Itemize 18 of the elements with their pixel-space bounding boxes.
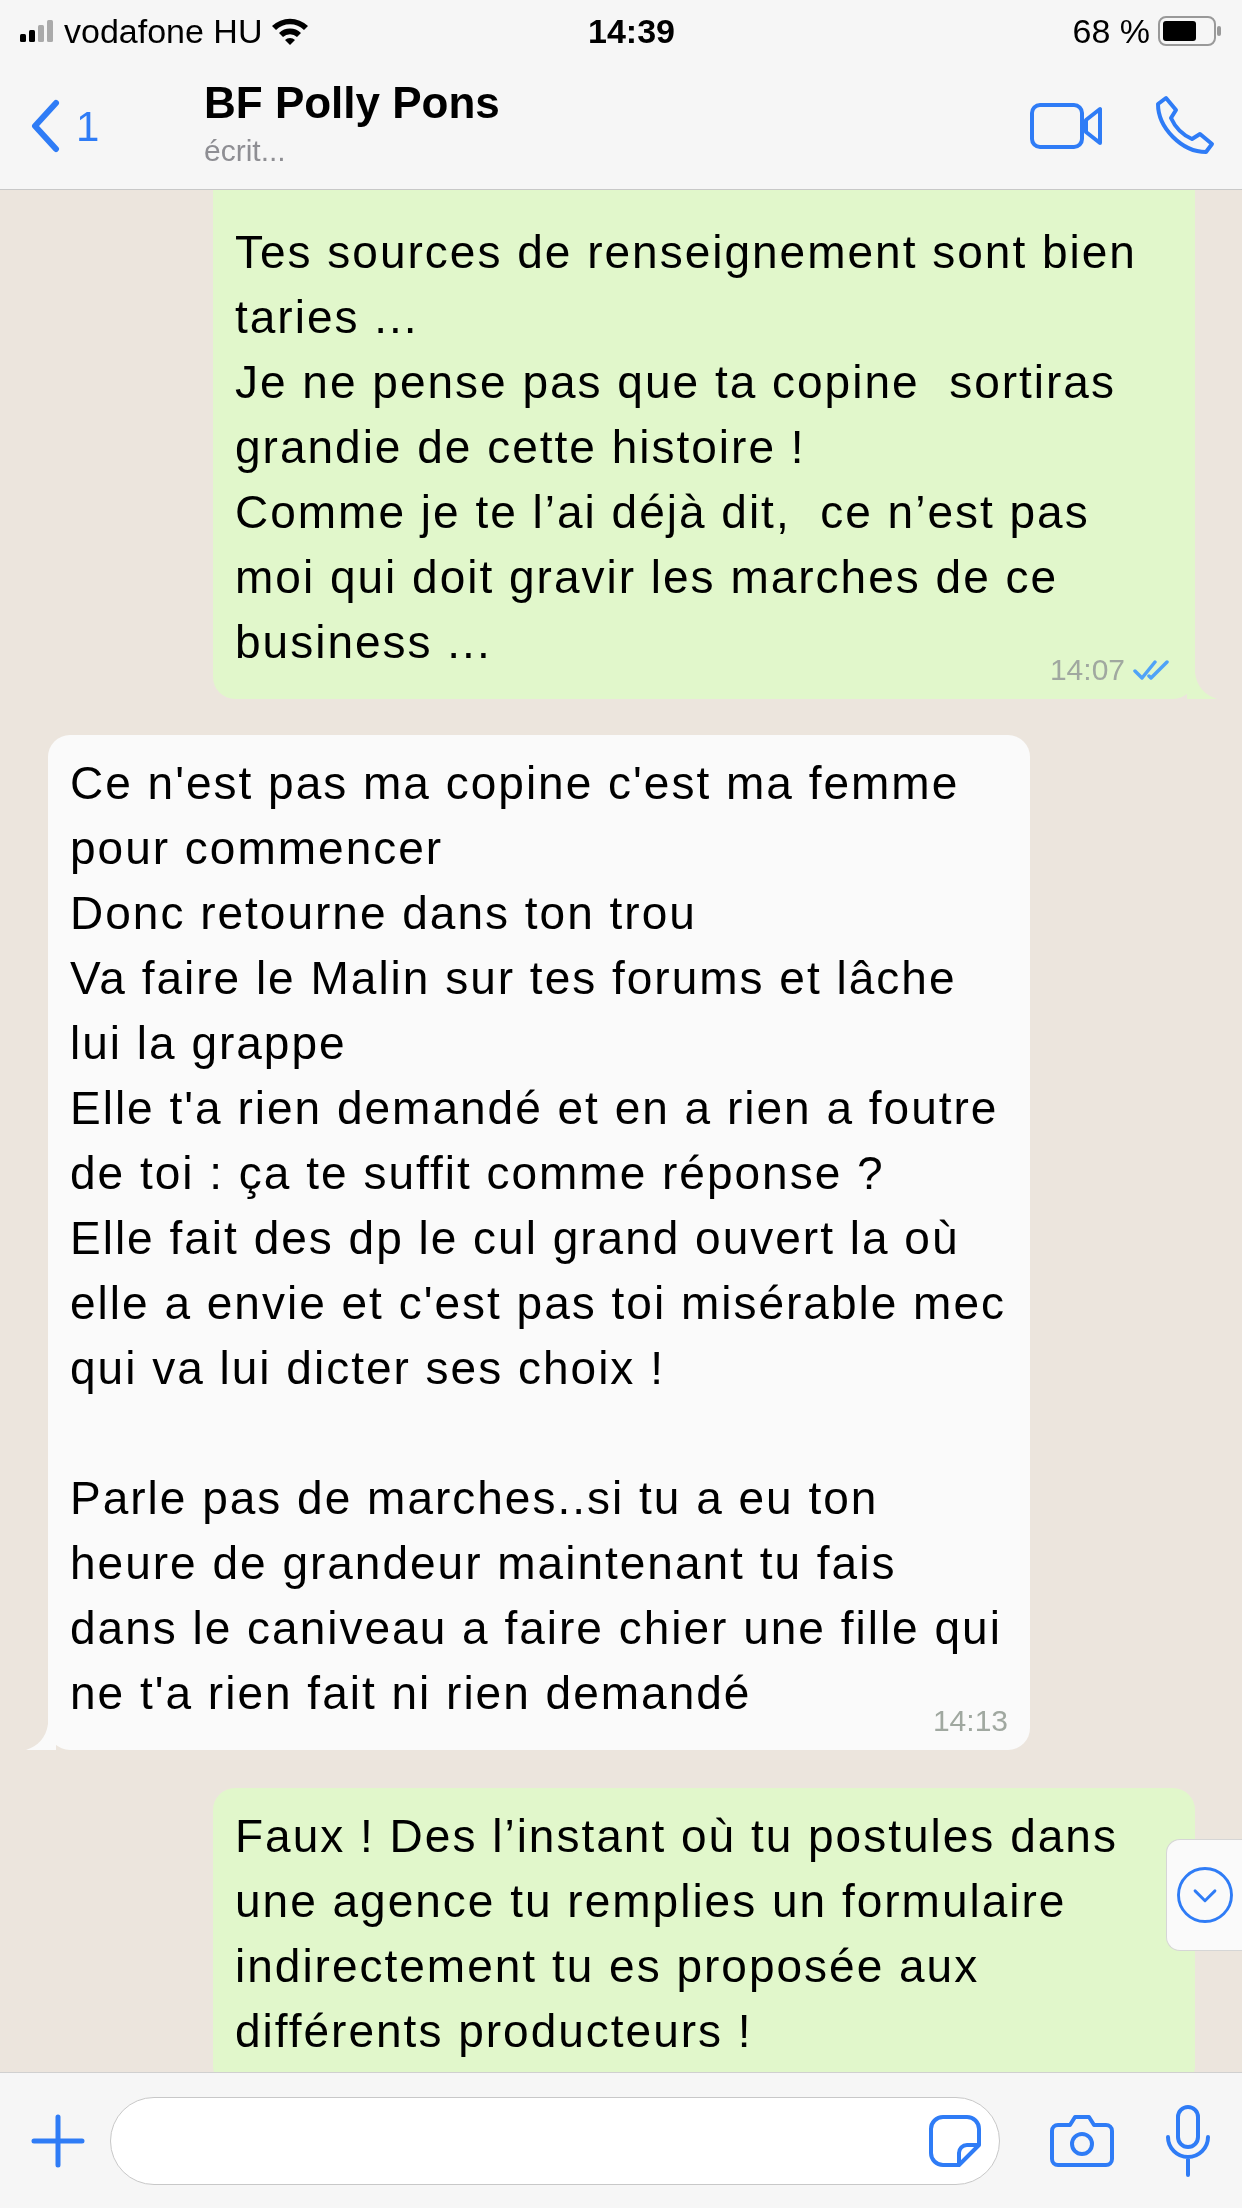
signal-icon [20,20,56,42]
message-text: Faux ! Des l’instant où tu postules dans une agence tu remplies un formulaire indirectement tu es proposée aux différents producteurs ! [235,1810,1119,2057]
scroll-down-button[interactable] [1166,1839,1242,1951]
microphone-icon[interactable] [1164,2104,1212,2177]
back-button[interactable]: 1 [30,94,180,158]
status-time: 14:39 [588,10,675,52]
carrier-name: vodafone HU [64,10,263,52]
sticker-icon[interactable] [927,2112,983,2169]
video-call-icon[interactable] [1030,103,1104,149]
contact-name[interactable]: BF Polly Pons [204,79,1030,128]
add-icon[interactable] [30,2112,86,2169]
typing-status: écrit... [204,132,287,169]
camera-icon[interactable] [1048,2112,1116,2169]
battery-icon [1158,16,1222,46]
battery-percent: 68 % [1072,10,1150,52]
chevron-down-icon [1175,1866,1234,1924]
back-chevron-icon [30,99,60,153]
wifi-icon [270,16,311,46]
